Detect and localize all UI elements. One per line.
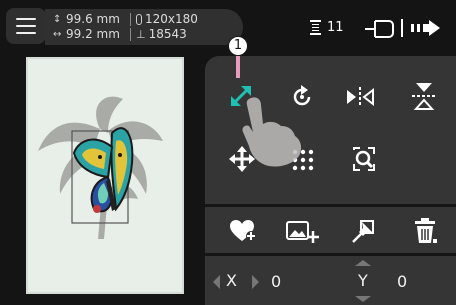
delete-icon[interactable] (413, 217, 437, 245)
height-value: 99.6 mm (66, 12, 120, 26)
menu-icon-bar (16, 32, 36, 34)
width-value: 99.2 mm (66, 27, 120, 41)
callout-number: 1 (228, 36, 248, 56)
finger-pointer-icon (242, 97, 302, 167)
stitch-icon: ⊥ (136, 27, 146, 41)
x-value: 0 (271, 272, 282, 291)
divider (401, 19, 403, 37)
panel-divider (205, 204, 456, 207)
width-arrow-icon: ↔ (53, 28, 62, 40)
edit-panel: X 0 Y 0 (205, 56, 456, 305)
mirror-horizontal-icon[interactable] (344, 86, 376, 108)
design-info: ↕ 99.6 mm 120x180 ↔ 99.2 mm ⊥ 18543 (45, 9, 243, 45)
y-label: Y (358, 271, 368, 290)
zoom-icon[interactable] (350, 144, 378, 174)
hoop-size: 120x180 (145, 12, 198, 26)
y-increase-button[interactable] (355, 260, 371, 266)
thread-spool-icon (310, 20, 321, 35)
pin-icon[interactable] (350, 219, 376, 245)
y-value: 0 (397, 272, 408, 291)
mirror-vertical-icon[interactable] (411, 80, 437, 112)
y-decrease-button[interactable] (355, 296, 371, 302)
thread-change-count: 11 (327, 20, 344, 35)
menu-icon-bar (16, 25, 36, 27)
hoop-icon (136, 13, 142, 25)
position-controls: X 0 Y 0 (205, 256, 456, 305)
menu-button[interactable] (6, 8, 46, 44)
add-image-icon[interactable] (285, 220, 319, 244)
menu-icon-bar (16, 18, 36, 20)
favorite-add-icon[interactable] (229, 219, 257, 243)
design-preview[interactable] (26, 57, 184, 294)
stitch-count: 18543 (148, 27, 187, 41)
next-arrow-icon[interactable] (410, 20, 442, 36)
height-arrow-icon: ↕ (53, 13, 62, 25)
butterfly-design-image (38, 96, 163, 239)
hoop-unlock-icon[interactable] (363, 18, 395, 40)
callout-pointer (236, 56, 240, 78)
x-decrease-button[interactable] (213, 275, 220, 289)
x-label: X (226, 271, 237, 290)
thread-changes[interactable]: 11 (310, 20, 344, 35)
x-increase-button[interactable] (252, 275, 259, 289)
